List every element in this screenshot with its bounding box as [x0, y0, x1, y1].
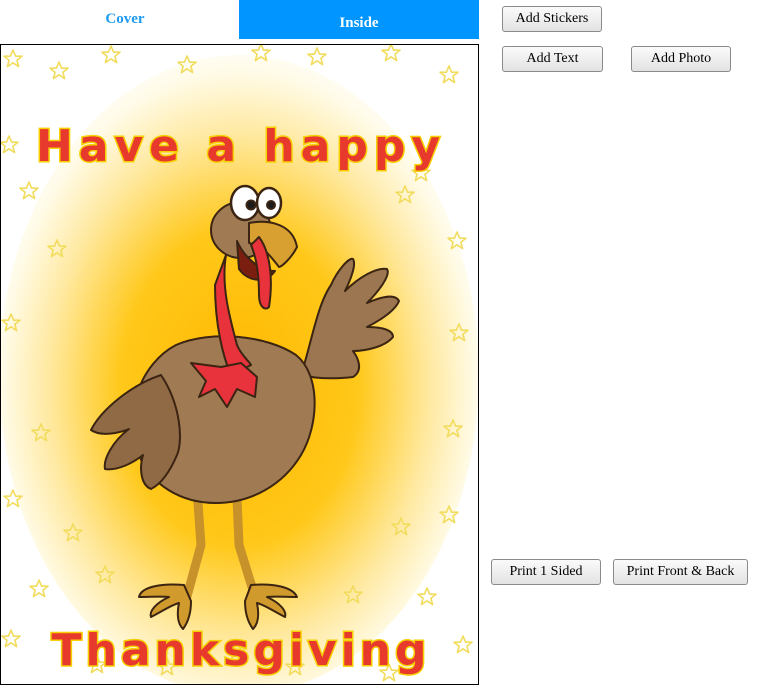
print-front-back-button[interactable]: Print Front & Back: [613, 559, 748, 585]
add-stickers-button[interactable]: Add Stickers: [502, 6, 602, 32]
tab-inside[interactable]: Inside: [239, 0, 479, 39]
card-artwork: Have a happy Thanksgiving: [1, 45, 478, 684]
greeting-line-1[interactable]: Have a happy: [34, 120, 446, 174]
tab-cover[interactable]: Cover: [12, 0, 238, 40]
card-canvas[interactable]: Have a happy Thanksgiving: [0, 44, 479, 685]
add-photo-button[interactable]: Add Photo: [631, 46, 731, 72]
greeting-line-2[interactable]: Thanksgiving: [50, 624, 431, 678]
print-one-sided-button[interactable]: Print 1 Sided: [491, 559, 601, 585]
add-text-button[interactable]: Add Text: [502, 46, 603, 72]
